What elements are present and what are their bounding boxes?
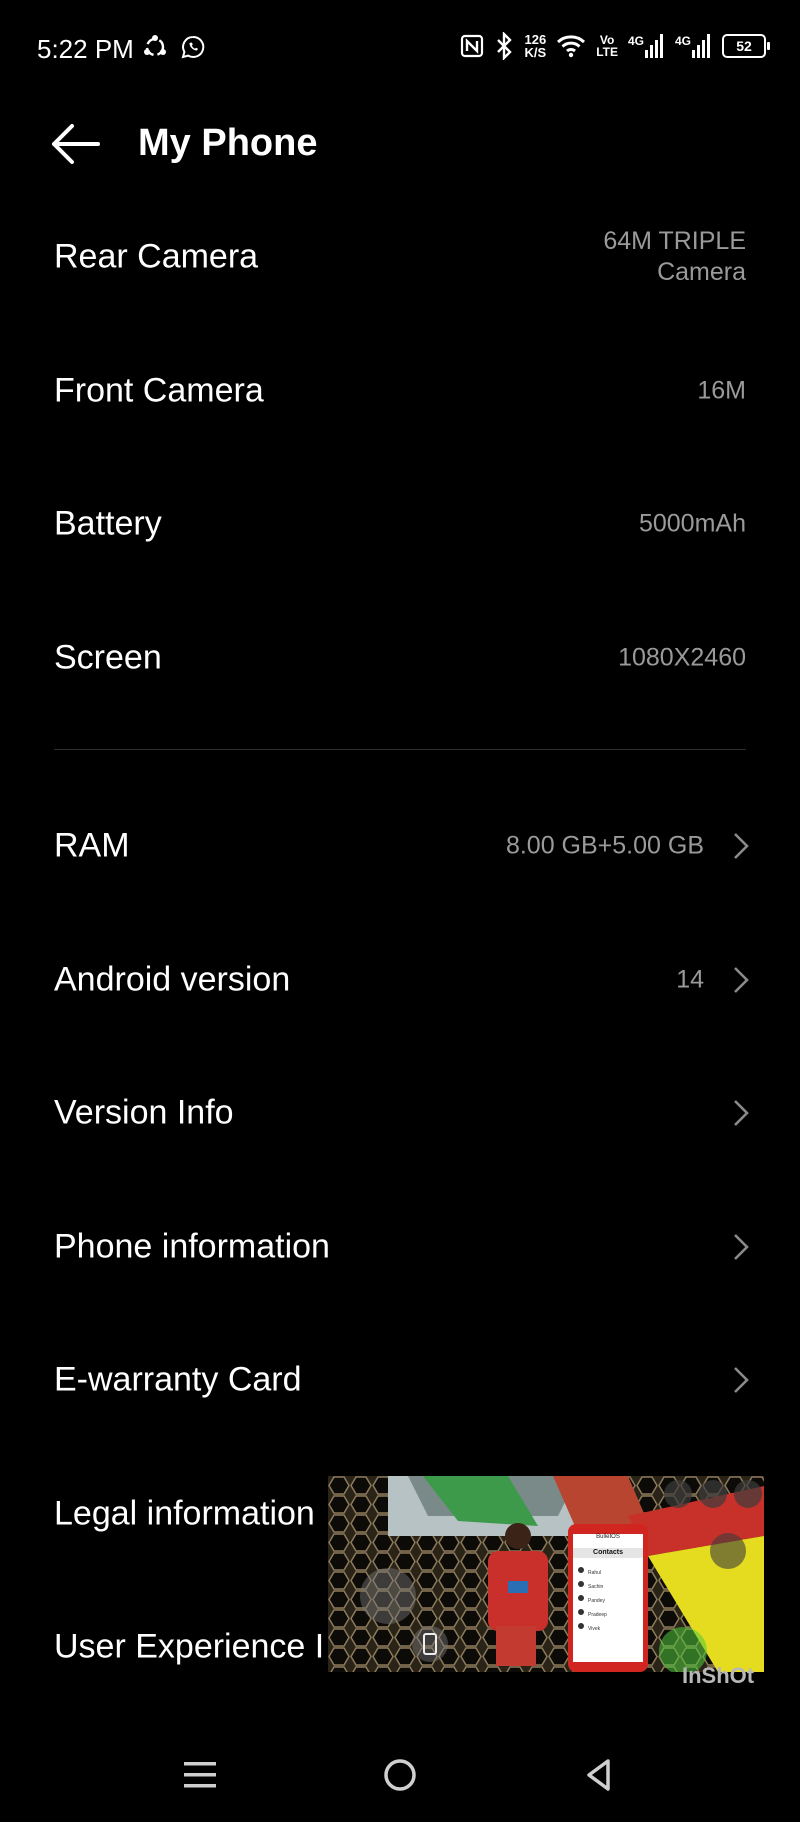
volte-indicator: Vo LTE	[596, 33, 618, 59]
chevron-right-icon	[734, 1234, 749, 1260]
whatsapp-icon	[181, 35, 205, 59]
pip-phone-header: Contacts	[593, 1549, 623, 1556]
battery-icon: 52	[722, 34, 770, 58]
status-left-icons	[142, 34, 206, 60]
settings-item-value: 14	[676, 965, 704, 994]
pip-game-scene	[328, 1476, 764, 1672]
settings-item-android-version[interactable]: Android version 14	[0, 913, 800, 1047]
spec-label: Screen	[54, 638, 162, 677]
settings-item-label: Legal information	[54, 1494, 315, 1533]
spec-row-battery: Battery 5000mAh	[0, 457, 800, 591]
pip-contact-list: Rahul Sachin Pandey Pradeep Vivek	[588, 1566, 607, 1636]
pip-contact-item: Sachin	[588, 1584, 604, 1590]
wifi-icon	[557, 35, 586, 58]
settings-item-label: RAM	[54, 826, 130, 865]
spec-label: Front Camera	[54, 371, 264, 410]
sim1-signal-icon: 4G	[628, 34, 665, 58]
back-triangle-icon[interactable]	[575, 1750, 625, 1800]
status-right-icons: 126 K/S Vo LTE 4G 4G 52	[460, 32, 770, 60]
spec-value: 16M	[697, 376, 746, 405]
nfc-icon	[461, 34, 484, 58]
settings-item-phone-information[interactable]: Phone information	[0, 1180, 800, 1314]
status-bar: 5:22 PM 126 K/S Vo LTE 4G 4G 52	[0, 0, 800, 100]
status-time: 5:22 PM	[37, 34, 134, 64]
settings-item-label: Android version	[54, 960, 291, 999]
spec-row-rear-camera: Rear Camera 64M TRIPLE Camera	[0, 190, 800, 324]
settings-item-ram[interactable]: RAM 8.00 GB+5.00 GB	[0, 779, 800, 913]
settings-item-label: Version Info	[54, 1093, 234, 1132]
navigation-bar	[0, 1730, 800, 1822]
spec-value: 1080X2460	[618, 643, 746, 672]
pip-contact-item: Vivek	[588, 1626, 601, 1632]
settings-item-e-warranty-card[interactable]: E-warranty Card	[0, 1313, 800, 1447]
spec-row-front-camera: Front Camera 16M	[0, 324, 800, 458]
chevron-right-icon	[734, 833, 749, 859]
spec-value: 64M TRIPLE Camera	[603, 227, 746, 286]
pip-contact-item: Rahul	[588, 1570, 602, 1576]
chevron-right-icon	[734, 967, 749, 993]
pip-phone-title: BulletOS	[596, 1534, 620, 1540]
spec-label: Rear Camera	[54, 237, 259, 276]
pip-contact-item: Pradeep	[588, 1612, 607, 1618]
pip-contact-item: Pandey	[588, 1598, 605, 1604]
back-arrow-icon[interactable]	[48, 120, 102, 168]
page-title: My Phone	[138, 122, 318, 164]
app-header: My Phone	[0, 100, 800, 190]
home-icon[interactable]	[375, 1750, 425, 1800]
settings-item-label: User Experience I	[54, 1627, 325, 1666]
settings-item-label: E-warranty Card	[54, 1360, 302, 1399]
section-divider	[54, 749, 746, 750]
net-speed: 126 K/S	[524, 32, 547, 60]
sync-icon	[144, 35, 166, 57]
spec-row-screen: Screen 1080X2460	[0, 591, 800, 725]
pip-video-overlay[interactable]: BulletOS Contacts Rahul Sachin Pandey Pr…	[328, 1476, 764, 1672]
settings-item-label: Phone information	[54, 1227, 330, 1266]
settings-item-version-info[interactable]: Version Info	[0, 1046, 800, 1180]
sim2-signal-icon: 4G	[675, 34, 712, 58]
inshot-watermark: InShOt	[682, 1663, 755, 1688]
chevron-right-icon	[734, 1367, 749, 1393]
settings-item-value: 8.00 GB+5.00 GB	[505, 831, 704, 860]
chevron-right-icon	[734, 1100, 749, 1126]
menu-icon[interactable]	[175, 1750, 225, 1800]
bluetooth-icon	[497, 32, 513, 60]
spec-label: Battery	[54, 504, 162, 543]
spec-value: 5000mAh	[638, 509, 746, 538]
